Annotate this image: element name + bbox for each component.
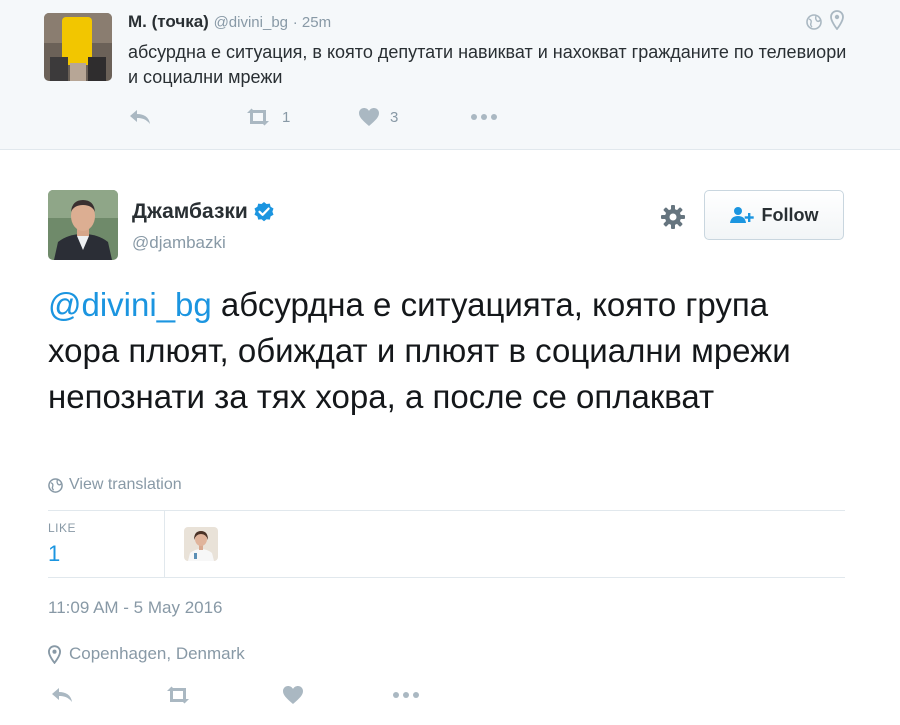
- tweet-text: @divini_bg абсурдна е ситуацията, която …: [48, 282, 838, 420]
- tweet-timestamp[interactable]: 11:09 AM - 5 May 2016: [48, 598, 223, 618]
- reply-icon: [130, 110, 150, 124]
- parent-handle[interactable]: @divini_bg: [214, 14, 288, 31]
- parent-header: М. (точка) @divini_bg · 25m: [128, 12, 331, 32]
- location-label: Copenhagen, Denmark: [69, 644, 245, 663]
- verified-badge-icon: [254, 202, 274, 222]
- reply-button[interactable]: [50, 682, 74, 708]
- parent-like-button[interactable]: 3: [358, 104, 398, 130]
- location-pin-icon: [48, 644, 61, 664]
- parent-time-separator: ·: [292, 14, 302, 31]
- heart-icon: [283, 686, 303, 704]
- globe-icon: [48, 477, 63, 493]
- retweet-icon: [167, 686, 189, 704]
- author-name-row: Джамбазки: [132, 200, 275, 224]
- author-handle[interactable]: @djambazki: [132, 233, 226, 253]
- parent-tweet-text: абсурдна е ситуация, в която депутати на…: [128, 42, 847, 87]
- parent-time[interactable]: 25m: [302, 14, 331, 31]
- retweet-icon: [247, 108, 269, 126]
- view-translation-link[interactable]: View translation: [48, 476, 182, 494]
- reply-icon: [52, 688, 72, 702]
- follow-button-label: Follow: [761, 204, 819, 225]
- tweet-actions: [48, 682, 448, 710]
- tweet-mention-link[interactable]: @divini_bg: [48, 286, 212, 323]
- parent-reply-button[interactable]: [128, 104, 152, 130]
- globe-icon: [806, 14, 822, 30]
- tweet-location[interactable]: Copenhagen, Denmark: [48, 644, 245, 664]
- like-button[interactable]: [282, 682, 304, 708]
- tweet-stats: LIKE 1: [48, 510, 845, 578]
- parent-retweet-count: 1: [282, 108, 291, 126]
- like-label: LIKE: [48, 521, 77, 535]
- liker-avatar[interactable]: [184, 527, 218, 561]
- stats-divider: [164, 511, 165, 577]
- view-translation-label: View translation: [69, 476, 182, 493]
- heart-icon: [359, 108, 379, 126]
- more-button[interactable]: [392, 682, 420, 708]
- retweet-button[interactable]: [164, 682, 192, 708]
- gear-icon[interactable]: [660, 204, 686, 230]
- more-icon: [393, 692, 419, 698]
- author-avatar[interactable]: [48, 190, 118, 260]
- parent-retweet-button[interactable]: 1: [244, 104, 290, 130]
- author-display-name[interactable]: Джамбазки: [132, 200, 248, 224]
- more-icon: [471, 114, 497, 120]
- follow-button[interactable]: Follow: [704, 190, 844, 240]
- parent-like-count: 3: [390, 108, 399, 126]
- location-pin-icon: [830, 10, 844, 30]
- follow-person-icon: [729, 206, 754, 224]
- like-count[interactable]: 1: [48, 541, 60, 567]
- parent-more-button[interactable]: [470, 104, 498, 130]
- parent-display-name[interactable]: М. (точка): [128, 12, 209, 31]
- parent-avatar[interactable]: [44, 13, 112, 81]
- parent-meta-icons: [806, 10, 850, 32]
- parent-tweet[interactable]: М. (точка) @divini_bg · 25m абсурдна е с…: [0, 0, 900, 150]
